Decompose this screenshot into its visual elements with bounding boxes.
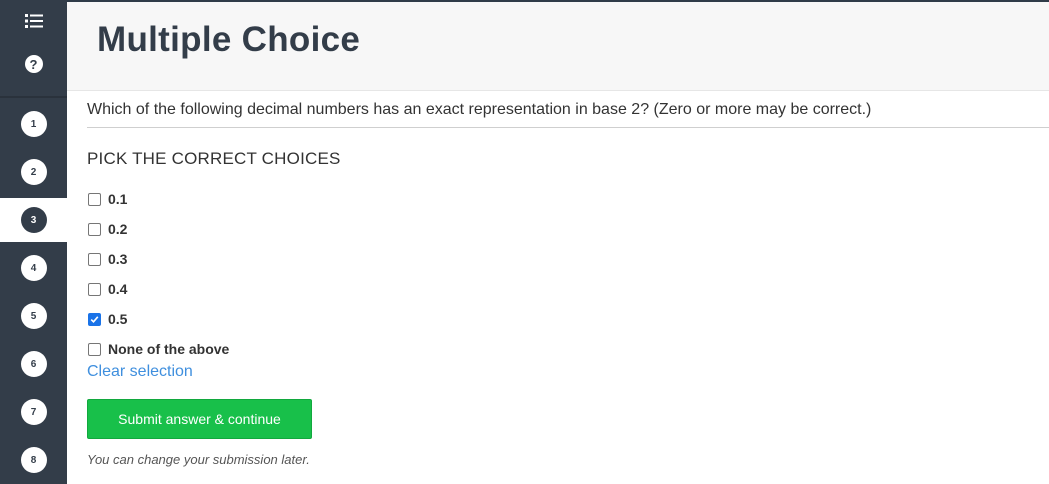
choice-label: 0.2 <box>108 221 128 237</box>
choice-item[interactable]: 0.1 <box>87 184 229 214</box>
choice-label: 0.5 <box>108 311 128 327</box>
choice-item[interactable]: 0.4 <box>87 274 229 304</box>
step-number: 4 <box>20 255 47 281</box>
question-circle-icon: ? <box>24 55 43 73</box>
choice-label: 0.1 <box>108 191 128 207</box>
question-text: Which of the following decimal numbers h… <box>87 101 1049 128</box>
step-2-button[interactable]: 2 <box>0 150 67 194</box>
choice-label: None of the above <box>108 341 230 357</box>
check-icon <box>90 315 99 323</box>
step-number: 6 <box>20 351 47 377</box>
choice-label: 0.3 <box>108 251 128 267</box>
step-number: 2 <box>20 159 47 185</box>
step-6-button[interactable]: 6 <box>0 342 67 386</box>
step-1-button[interactable]: 1 <box>0 102 67 146</box>
choice-list: 0.1 0.2 0.3 0.4 0.5 None of the above <box>87 184 229 364</box>
list-icon[interactable] <box>0 10 67 32</box>
submission-note: You can change your submission later. <box>87 452 310 467</box>
page-title: Multiple Choice <box>97 20 361 59</box>
choice-checkbox[interactable] <box>88 342 101 356</box>
choice-label: 0.4 <box>108 281 128 297</box>
sidebar: ? 1 2 3 4 5 6 7 8 <box>0 0 67 484</box>
step-number: 5 <box>20 303 47 329</box>
choice-item[interactable]: 0.3 <box>87 244 229 274</box>
choice-checkbox[interactable] <box>88 282 101 296</box>
step-number: 7 <box>20 399 47 425</box>
choice-item[interactable]: None of the above <box>87 334 229 364</box>
submit-button[interactable]: Submit answer & continue <box>87 399 312 439</box>
step-5-button[interactable]: 5 <box>0 294 67 338</box>
step-number: 1 <box>20 111 47 137</box>
step-8-button[interactable]: 8 <box>0 438 67 482</box>
choice-checkbox[interactable] <box>88 252 101 266</box>
step-3-button[interactable]: 3 <box>0 198 67 242</box>
page-header: Multiple Choice <box>67 2 1049 91</box>
step-7-button[interactable]: 7 <box>0 390 67 434</box>
choice-item[interactable]: 0.5 <box>87 304 229 334</box>
choice-item[interactable]: 0.2 <box>87 214 229 244</box>
step-number: 8 <box>20 447 47 473</box>
help-button[interactable]: ? <box>0 52 67 76</box>
step-4-button[interactable]: 4 <box>0 246 67 290</box>
choice-checkbox[interactable] <box>88 312 101 326</box>
sidebar-divider <box>0 96 67 98</box>
step-number: 3 <box>20 207 47 233</box>
clear-selection-link[interactable]: Clear selection <box>87 363 193 381</box>
pick-heading: PICK THE CORRECT CHOICES <box>87 149 341 168</box>
choice-checkbox[interactable] <box>88 222 101 236</box>
choice-checkbox[interactable] <box>88 192 101 206</box>
